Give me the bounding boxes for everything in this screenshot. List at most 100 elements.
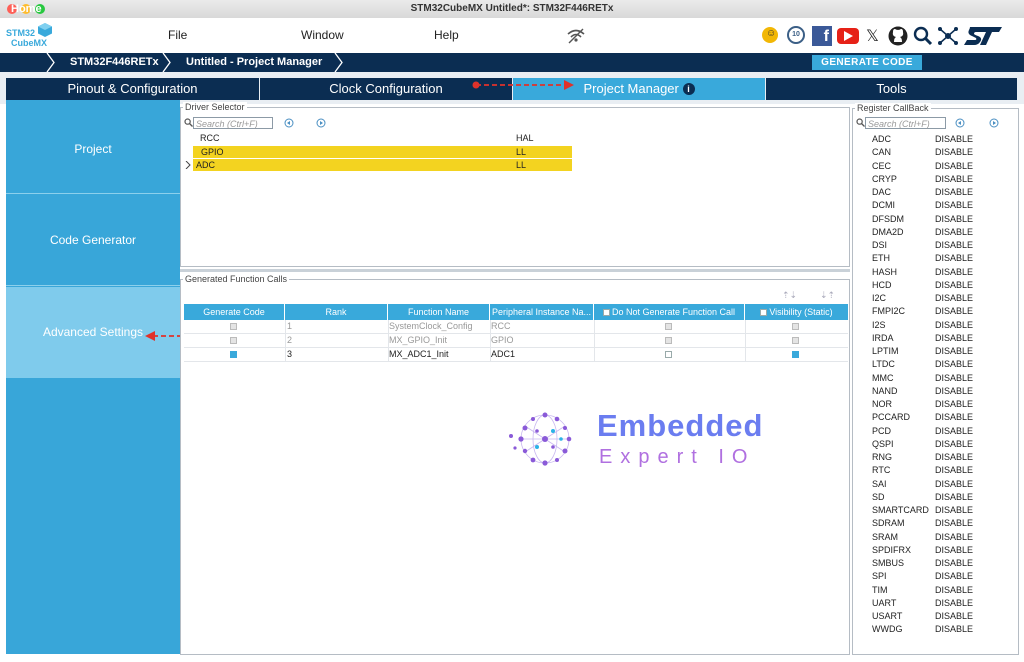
- callback-value[interactable]: DISABLE: [935, 598, 973, 608]
- col-peripheral-instance[interactable]: Peripheral Instance Na...: [490, 304, 594, 320]
- youtube-icon[interactable]: [837, 28, 859, 44]
- table-row[interactable]: 1 SystemClock_Config RCC: [184, 320, 848, 333]
- col-visibility-static[interactable]: Visibility (Static): [745, 304, 848, 320]
- callback-row[interactable]: DSI DISABLE: [852, 239, 1017, 252]
- driver-row-adc[interactable]: ADC LL: [193, 159, 572, 171]
- callback-value[interactable]: DISABLE: [935, 518, 973, 528]
- callback-row[interactable]: DCMI DISABLE: [852, 199, 1017, 212]
- callback-row[interactable]: SRAM DISABLE: [852, 531, 1017, 544]
- menu-file[interactable]: File: [168, 28, 187, 42]
- col-function-name[interactable]: Function Name: [388, 304, 490, 320]
- breadcrumb-mcu[interactable]: STM32F446RETx: [70, 53, 159, 72]
- callback-row[interactable]: PCD DISABLE: [852, 425, 1017, 438]
- do-not-generate-checkbox[interactable]: [665, 323, 672, 330]
- callback-row[interactable]: RNG DISABLE: [852, 451, 1017, 464]
- callback-value[interactable]: DISABLE: [935, 532, 973, 542]
- callback-row[interactable]: WWDG DISABLE: [852, 623, 1017, 636]
- tab-pinout-configuration[interactable]: Pinout & Configuration: [6, 78, 259, 100]
- scroll-down-arrow-icon[interactable]: [316, 118, 326, 128]
- callback-value[interactable]: DISABLE: [935, 187, 973, 197]
- callback-value[interactable]: DISABLE: [935, 359, 973, 369]
- info-icon[interactable]: i: [682, 83, 695, 95]
- callback-value[interactable]: DISABLE: [935, 412, 973, 422]
- callback-value[interactable]: DISABLE: [935, 161, 973, 171]
- callback-row[interactable]: SAI DISABLE: [852, 478, 1017, 491]
- callback-value[interactable]: DISABLE: [935, 571, 973, 581]
- scroll-up-arrow-icon[interactable]: [284, 118, 294, 128]
- callback-row[interactable]: I2C DISABLE: [852, 292, 1017, 305]
- facebook-icon[interactable]: f: [812, 26, 832, 46]
- x-icon[interactable]: 𝕏: [866, 26, 879, 46]
- do-not-generate-checkbox[interactable]: [665, 337, 672, 344]
- callback-row[interactable]: MMC DISABLE: [852, 372, 1017, 385]
- callback-value[interactable]: DISABLE: [935, 452, 973, 462]
- scroll-down-arrow-icon[interactable]: [989, 118, 999, 128]
- callback-row[interactable]: CAN DISABLE: [852, 146, 1017, 159]
- tab-tools[interactable]: Tools: [766, 78, 1017, 100]
- driver-search-input[interactable]: Search (Ctrl+F): [193, 117, 273, 129]
- st-logo-icon[interactable]: [964, 27, 1002, 45]
- callback-row[interactable]: LTDC DISABLE: [852, 358, 1017, 371]
- generate-code-checkbox[interactable]: [230, 323, 237, 330]
- sidebar-item-project[interactable]: Project: [6, 104, 180, 195]
- visibility-checkbox[interactable]: [792, 337, 799, 344]
- visibility-checkbox[interactable]: [792, 351, 799, 358]
- generate-code-checkbox[interactable]: [230, 351, 237, 358]
- network-icon[interactable]: [937, 25, 959, 47]
- table-row[interactable]: 2 MX_GPIO_Init GPIO: [184, 334, 848, 347]
- callback-value[interactable]: DISABLE: [935, 333, 973, 343]
- callback-value[interactable]: DISABLE: [935, 585, 973, 595]
- sidebar-item-code-generator[interactable]: Code Generator: [6, 195, 180, 286]
- callback-row[interactable]: NAND DISABLE: [852, 385, 1017, 398]
- breadcrumb-project[interactable]: Untitled - Project Manager: [186, 53, 322, 72]
- callback-value[interactable]: DISABLE: [935, 174, 973, 184]
- callback-value[interactable]: DISABLE: [935, 386, 973, 396]
- callback-value[interactable]: DISABLE: [935, 373, 973, 383]
- callback-row[interactable]: QSPI DISABLE: [852, 438, 1017, 451]
- callback-row[interactable]: RTC DISABLE: [852, 464, 1017, 477]
- callback-value[interactable]: DISABLE: [935, 320, 973, 330]
- callback-row[interactable]: PCCARD DISABLE: [852, 411, 1017, 424]
- callback-value[interactable]: DISABLE: [935, 267, 973, 277]
- callback-row[interactable]: CEC DISABLE: [852, 160, 1017, 173]
- move-up-icon[interactable]: ⇡⇣: [782, 290, 797, 301]
- callback-value[interactable]: DISABLE: [935, 147, 973, 157]
- callback-value[interactable]: DISABLE: [935, 306, 973, 316]
- table-row[interactable]: 3 MX_ADC1_Init ADC1: [184, 348, 848, 361]
- header-checkbox[interactable]: [760, 309, 768, 316]
- callback-row[interactable]: FMPI2C DISABLE: [852, 305, 1017, 318]
- callback-row[interactable]: TIM DISABLE: [852, 584, 1017, 597]
- callback-row[interactable]: ETH DISABLE: [852, 252, 1017, 265]
- callback-value[interactable]: DISABLE: [935, 134, 973, 144]
- callback-row[interactable]: IRDA DISABLE: [852, 332, 1017, 345]
- callback-row[interactable]: USART DISABLE: [852, 610, 1017, 623]
- scroll-up-arrow-icon[interactable]: [955, 118, 965, 128]
- callback-value[interactable]: DISABLE: [935, 611, 973, 621]
- callback-row[interactable]: CRYP DISABLE: [852, 173, 1017, 186]
- panel-splitter[interactable]: [180, 269, 850, 272]
- callback-value[interactable]: DISABLE: [935, 505, 973, 515]
- callback-row[interactable]: SMARTCARD DISABLE: [852, 504, 1017, 517]
- col-generate-code[interactable]: Generate Code: [184, 304, 285, 320]
- callback-row[interactable]: DFSDM DISABLE: [852, 213, 1017, 226]
- callback-row[interactable]: SMBUS DISABLE: [852, 557, 1017, 570]
- callback-row[interactable]: SPI DISABLE: [852, 570, 1017, 583]
- header-checkbox[interactable]: [602, 309, 610, 316]
- callback-row[interactable]: SDRAM DISABLE: [852, 517, 1017, 530]
- callback-row[interactable]: SPDIFRX DISABLE: [852, 544, 1017, 557]
- callback-row[interactable]: NOR DISABLE: [852, 398, 1017, 411]
- callback-value[interactable]: DISABLE: [935, 624, 973, 634]
- do-not-generate-checkbox[interactable]: [665, 351, 672, 358]
- generate-code-checkbox[interactable]: [230, 337, 237, 344]
- community-search-icon[interactable]: [913, 26, 933, 46]
- callback-value[interactable]: DISABLE: [935, 492, 973, 502]
- callback-value[interactable]: DISABLE: [935, 465, 973, 475]
- menu-help[interactable]: Help: [434, 28, 459, 42]
- network-status-icon[interactable]: [566, 28, 586, 44]
- callback-search-input[interactable]: Search (Ctrl+F): [865, 117, 946, 129]
- callback-value[interactable]: DISABLE: [935, 426, 973, 436]
- callback-value[interactable]: DISABLE: [935, 479, 973, 489]
- callback-value[interactable]: DISABLE: [935, 280, 973, 290]
- callback-row[interactable]: DAC DISABLE: [852, 186, 1017, 199]
- callback-value[interactable]: DISABLE: [935, 439, 973, 449]
